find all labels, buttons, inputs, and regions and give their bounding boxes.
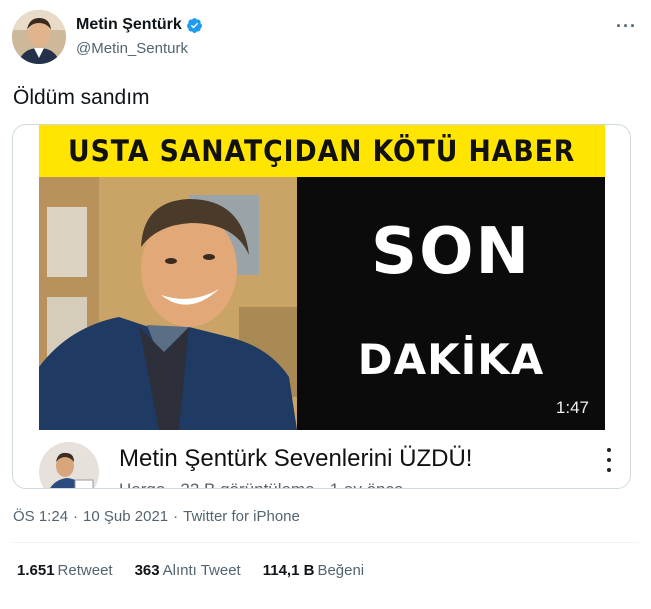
breaking-news-panel: SON DAKİKA 1:47 — [297, 177, 605, 430]
likes-label: Beğeni — [317, 562, 365, 579]
tweet-stats: 1.651 Retweet 363 Alıntı Tweet 114,1 B Beğe… — [17, 562, 364, 579]
retweets-stat[interactable]: 1.651 Retweet — [17, 562, 113, 579]
tweet-meta: ÖS 1:24 · 10 Şub 2021 · Twitter for iPho… — [13, 508, 300, 525]
video-thumbnail[interactable]: USTA SANATÇIDAN KÖTÜ HABER SON DAKİKA 1:… — [39, 125, 605, 430]
likes-stat[interactable]: 114,1 B Beğeni — [263, 562, 364, 579]
tweet-text: Öldüm sandım — [13, 86, 150, 109]
video-info-bar: Metin Şentürk Sevenlerini ÜZDÜ! Hergo · … — [13, 430, 630, 488]
retweets-label: Retweet — [57, 562, 113, 579]
more-dots-icon[interactable]: ··· — [616, 16, 637, 37]
video-meta: Hergo · 22 B görüntüleme · 1 ay önce — [119, 480, 403, 488]
meta-separator: · — [173, 508, 179, 525]
retweets-count: 1.651 — [17, 562, 55, 579]
tweet-date[interactable]: 10 Şub 2021 — [83, 508, 168, 525]
channel-avatar[interactable] — [39, 442, 99, 488]
tweet-header: Metin Şentürk @Metin_Senturk ··· — [12, 10, 639, 66]
author-avatar[interactable] — [12, 10, 66, 64]
headline-bottom: DAKİKA — [357, 335, 545, 384]
author-handle[interactable]: @Metin_Senturk — [76, 40, 188, 57]
person-photo — [39, 177, 297, 430]
quotes-count: 363 — [134, 562, 160, 579]
tweet-source[interactable]: Twitter for iPhone — [183, 508, 300, 525]
quotes-stat[interactable]: 363 Alıntı Tweet — [135, 562, 241, 579]
verified-badge-icon — [186, 17, 202, 33]
video-duration: 1:47 — [555, 398, 589, 417]
vertical-dots-icon[interactable] — [606, 448, 612, 472]
headline-top: SON — [370, 215, 532, 289]
banner-text: USTA SANATÇIDAN KÖTÜ HABER — [68, 134, 576, 168]
author-name-row: Metin Şentürk — [76, 16, 203, 34]
likes-count: 114,1 B — [262, 562, 315, 579]
divider — [12, 542, 639, 543]
author-name[interactable]: Metin Şentürk — [76, 16, 182, 34]
tweet-time[interactable]: ÖS 1:24 — [13, 508, 68, 525]
thumbnail-banner: USTA SANATÇIDAN KÖTÜ HABER — [39, 125, 605, 177]
quotes-label: Alıntı Tweet — [162, 562, 241, 579]
meta-separator: · — [73, 508, 79, 525]
video-title[interactable]: Metin Şentürk Sevenlerini ÜZDÜ! — [119, 445, 472, 473]
video-card[interactable]: USTA SANATÇIDAN KÖTÜ HABER SON DAKİKA 1:… — [12, 124, 631, 489]
